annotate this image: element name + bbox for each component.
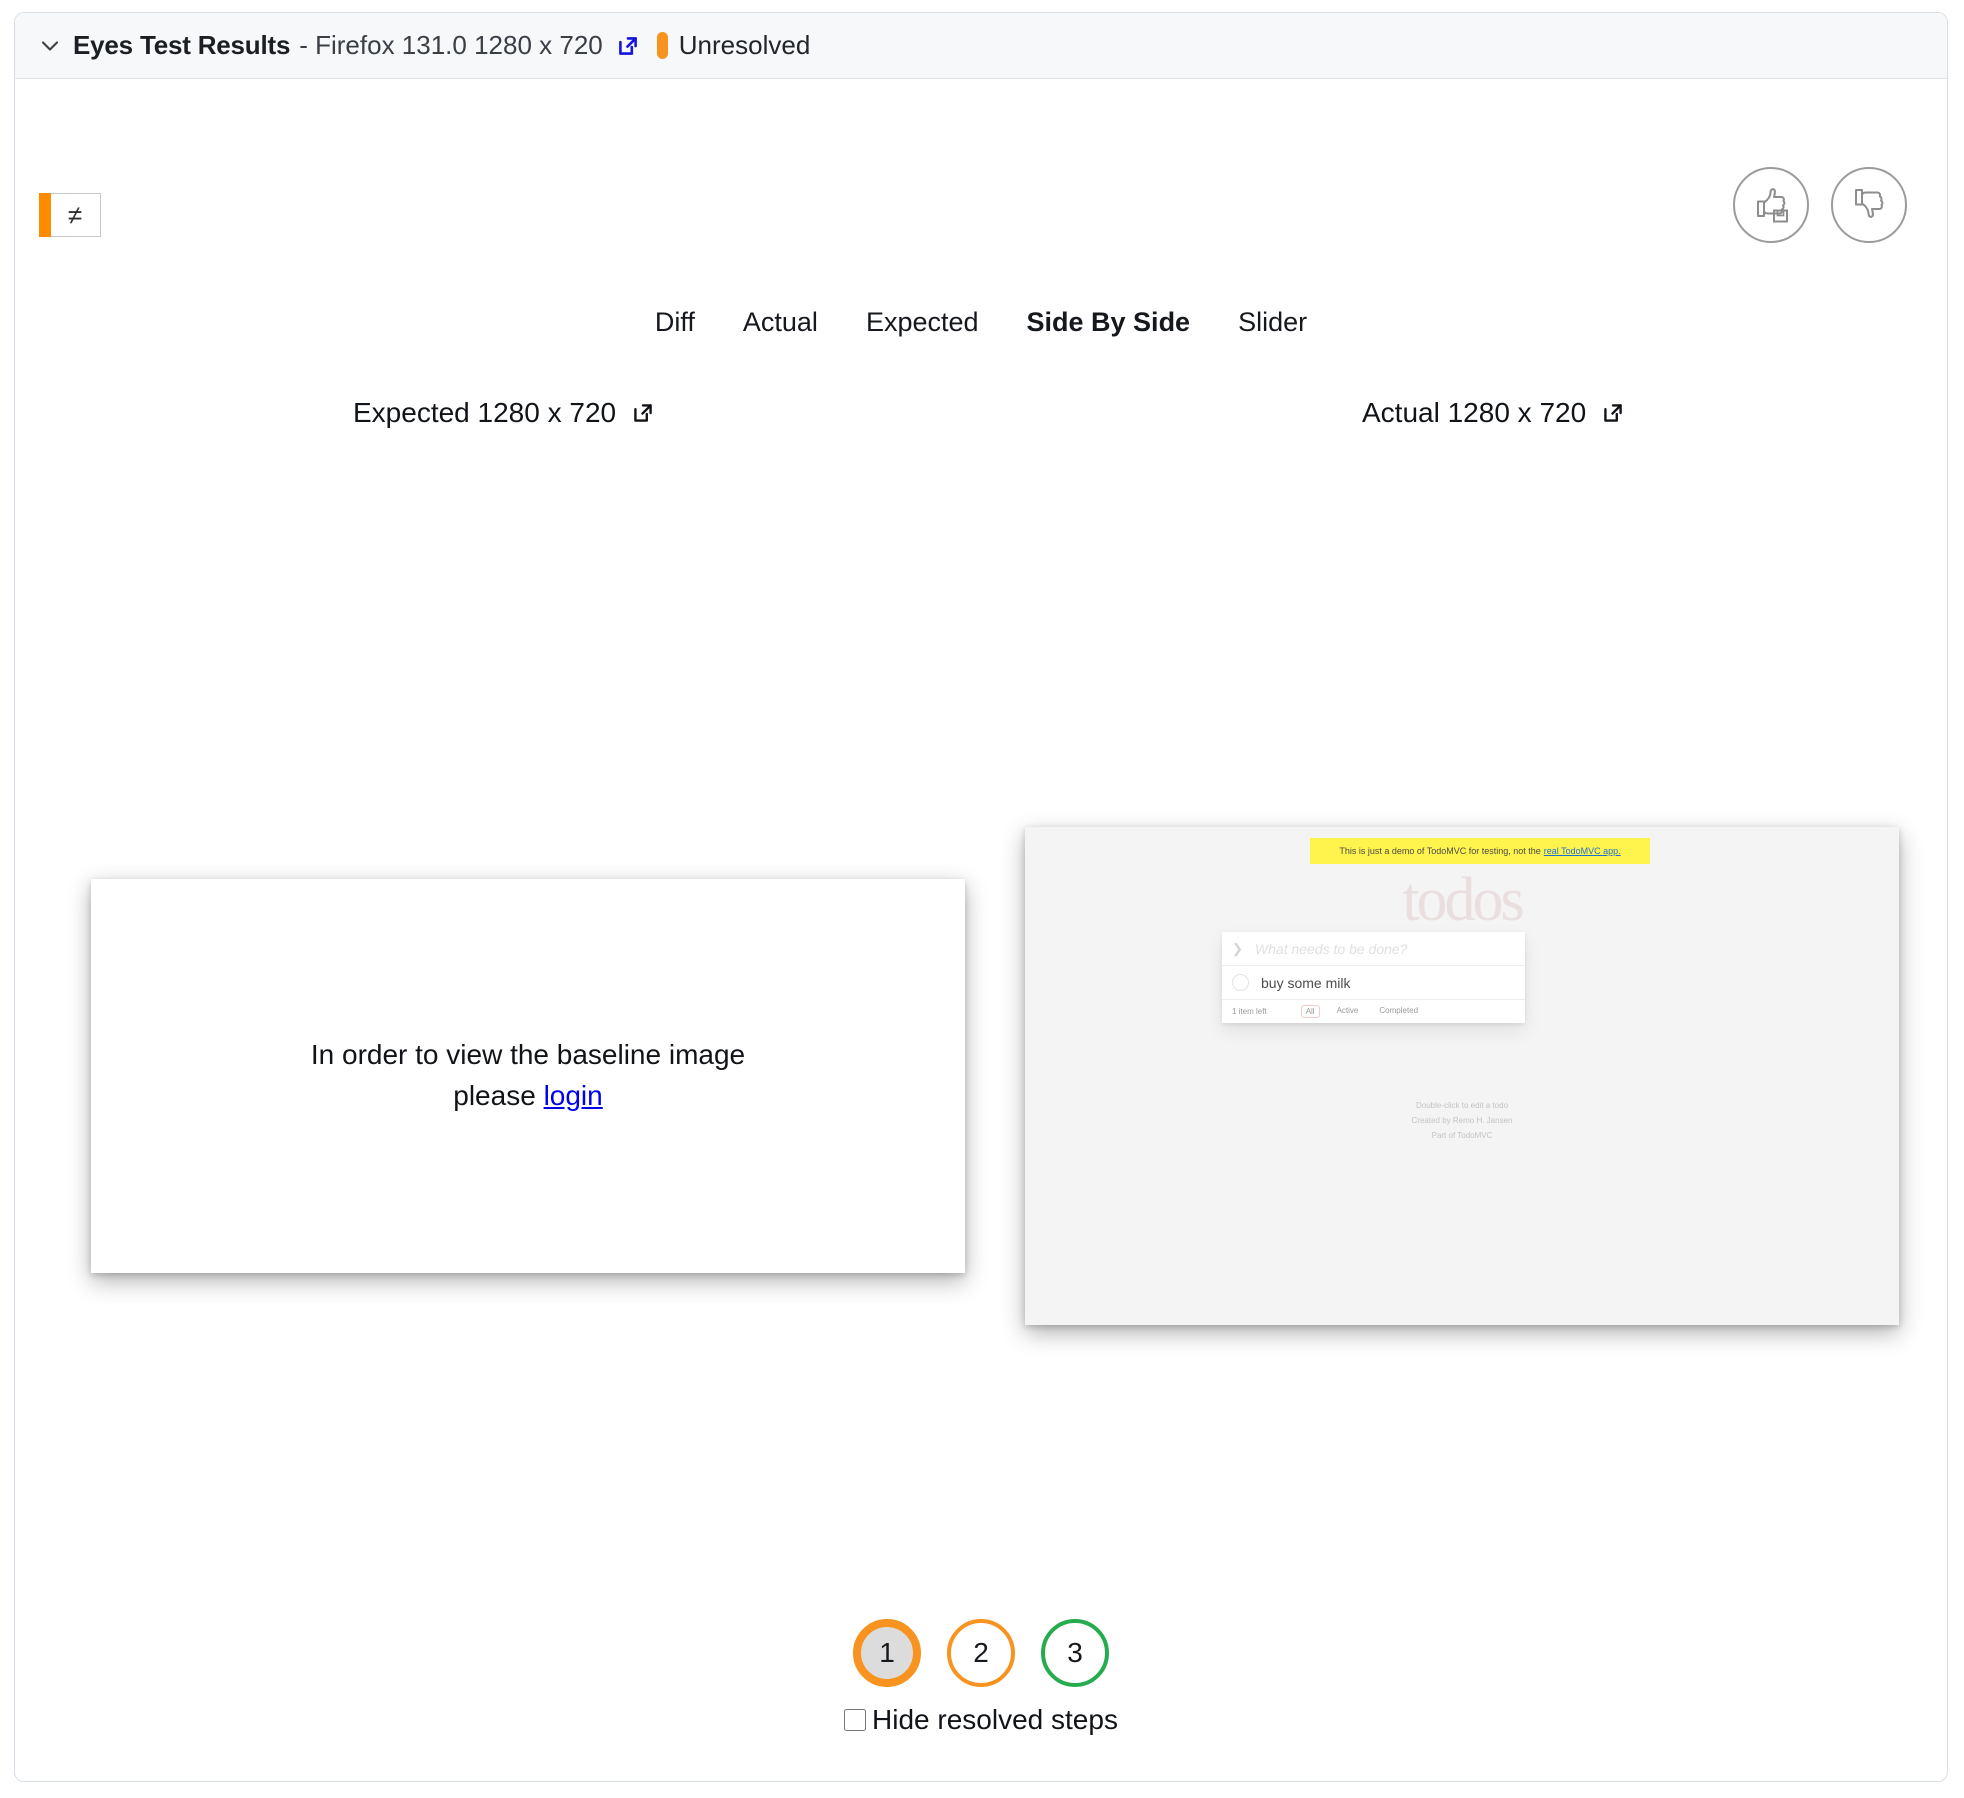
status-badge: Unresolved xyxy=(656,30,811,61)
page-title: Eyes Test Results xyxy=(73,30,291,60)
hide-resolved-steps-label[interactable]: Hide resolved steps xyxy=(872,1704,1118,1736)
not-equal-icon: ≠ xyxy=(67,199,83,230)
real-todomvc-link[interactable]: real TodoMVC app. xyxy=(1544,846,1621,856)
step-button-1[interactable]: 1 xyxy=(853,1619,921,1687)
view-mode-tabs: Diff Actual Expected Side By Side Slider xyxy=(15,307,1947,338)
todo-toggle-checkbox[interactable] xyxy=(1232,974,1249,991)
step-navigation: 1 2 3 xyxy=(15,1619,1947,1687)
tab-diff[interactable]: Diff xyxy=(655,307,695,338)
thumbs-up-save-button[interactable] xyxy=(1733,167,1809,243)
hide-resolved-steps-row: Hide resolved steps xyxy=(15,1704,1947,1736)
tab-slider[interactable]: Slider xyxy=(1238,307,1307,338)
todomvc-demo-banner: This is just a demo of TodoMVC for testi… xyxy=(1310,838,1650,864)
login-link[interactable]: login xyxy=(544,1080,603,1111)
todomvc-title: todos xyxy=(1402,866,1524,934)
new-todo-input-placeholder: What needs to be done? xyxy=(1254,940,1408,957)
step-button-2[interactable]: 2 xyxy=(947,1619,1015,1687)
tab-expected[interactable]: Expected xyxy=(866,307,979,338)
todomvc-info-footer: Double-click to edit a todo Created by R… xyxy=(1025,1099,1899,1143)
filter-active[interactable]: Active xyxy=(1333,1005,1363,1018)
actual-label-text: Actual 1280 x 720 xyxy=(1362,397,1587,428)
external-link-icon[interactable] xyxy=(615,33,641,59)
status-label: Unresolved xyxy=(678,30,811,60)
header-subtitle: - Firefox 131.0 1280 x 720 xyxy=(299,30,603,60)
status-indicator xyxy=(656,32,668,59)
expected-label-text: Expected 1280 x 720 xyxy=(353,397,617,428)
tab-side-by-side[interactable]: Side By Side xyxy=(1027,307,1191,338)
hide-resolved-steps-checkbox[interactable] xyxy=(844,1709,867,1731)
baseline-login-message: In order to view the baseline image plea… xyxy=(311,1035,745,1116)
todo-footer: 1 item left All Active Completed xyxy=(1222,1000,1525,1023)
filter-all[interactable]: All xyxy=(1300,1005,1320,1018)
chevron-down-icon[interactable]: ❯ xyxy=(1232,942,1243,955)
new-todo-row[interactable]: ❯ What needs to be done? xyxy=(1222,932,1525,966)
actual-panel-label: Actual 1280 x 720 xyxy=(1362,397,1626,429)
todomvc-app-box: ❯ What needs to be done? buy some milk 1… xyxy=(1222,932,1525,1023)
todo-item-label: buy some milk xyxy=(1261,974,1351,991)
expected-panel-label: Expected 1280 x 720 xyxy=(353,397,656,429)
todo-count-label: 1 item left xyxy=(1232,1007,1267,1016)
baseline-message-line2: please login xyxy=(311,1076,745,1117)
chevron-down-icon[interactable] xyxy=(37,33,63,59)
thumbs-down-button[interactable] xyxy=(1831,167,1907,243)
todo-filters: All Active Completed xyxy=(1300,1005,1422,1018)
info-line-2: Created by Remo H. Jansen xyxy=(1411,1115,1513,1125)
tab-actual[interactable]: Actual xyxy=(743,307,818,338)
thumbs-up-save-icon xyxy=(1748,180,1794,231)
vote-buttons xyxy=(1733,167,1907,243)
external-link-icon[interactable] xyxy=(1600,400,1626,426)
card-header: Eyes Test Results - Firefox 131.0 1280 x… xyxy=(15,13,1947,79)
thumbs-down-icon xyxy=(1846,180,1892,231)
baseline-message-line1: In order to view the baseline image xyxy=(310,1039,746,1071)
info-line-3: Part of TodoMVC xyxy=(1431,1130,1493,1140)
card-body: ≠ Diff Actual Expected Side By Side Slid… xyxy=(15,79,1947,1781)
panel-labels: Expected 1280 x 720 Actual 1280 x 720 xyxy=(15,397,1947,439)
actual-image-panel[interactable]: This is just a demo of TodoMVC for testi… xyxy=(1025,827,1899,1325)
external-link-icon[interactable] xyxy=(630,400,656,426)
expected-image-panel: In order to view the baseline image plea… xyxy=(91,879,965,1273)
diff-toggle-button[interactable]: ≠ xyxy=(39,193,101,237)
info-line-1: Double-click to edit a todo xyxy=(1415,1101,1509,1110)
step-button-3[interactable]: 3 xyxy=(1041,1619,1109,1687)
banner-text: This is just a demo of TodoMVC for testi… xyxy=(1339,846,1541,856)
filter-completed[interactable]: Completed xyxy=(1375,1005,1422,1018)
eyes-test-results-card: Eyes Test Results - Firefox 131.0 1280 x… xyxy=(14,12,1948,1782)
todo-list-item[interactable]: buy some milk xyxy=(1222,966,1525,1000)
baseline-message-prefix: please xyxy=(453,1080,544,1111)
